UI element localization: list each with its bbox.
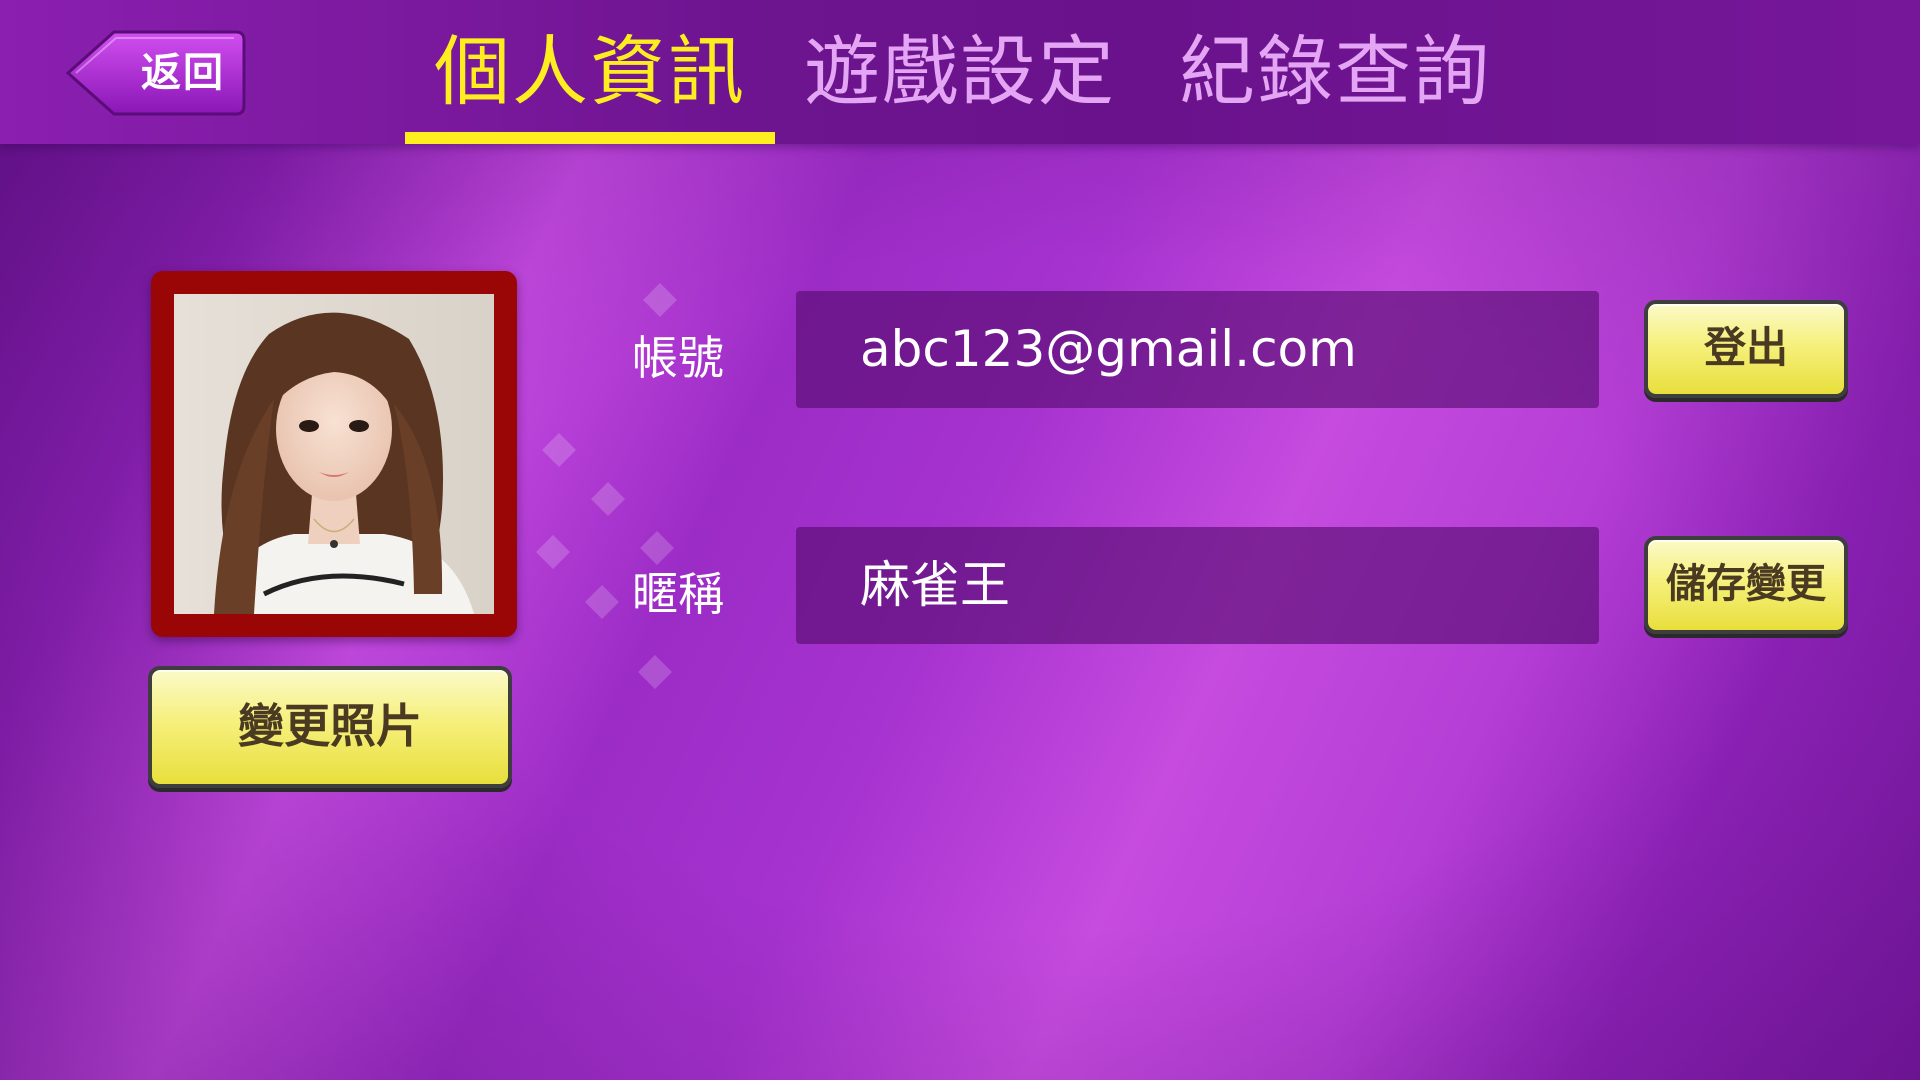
tab-personal-info-label: 個人資訊: [434, 27, 746, 116]
back-button-label: 返回: [141, 50, 225, 96]
active-tab-underline: [405, 132, 775, 144]
save-changes-button[interactable]: 儲存變更: [1644, 536, 1848, 634]
account-input[interactable]: [860, 291, 1580, 408]
tab-game-settings[interactable]: 遊戲設定: [800, 0, 1120, 144]
nickname-input[interactable]: [860, 527, 1580, 644]
decor-diamond: [638, 655, 672, 689]
decor-diamond: [591, 482, 625, 516]
top-header: 返回 個人資訊 遊戲設定 紀錄查詢: [0, 0, 1920, 144]
avatar: [174, 294, 494, 614]
account-field[interactable]: [796, 291, 1599, 408]
decor-diamond: [643, 283, 677, 317]
logout-button[interactable]: 登出: [1644, 300, 1848, 398]
tab-game-settings-label: 遊戲設定: [804, 27, 1116, 116]
nickname-label: 暱稱: [632, 567, 724, 621]
avatar-frame: [151, 271, 517, 637]
tab-personal-info[interactable]: 個人資訊: [405, 0, 775, 144]
save-changes-label: 儲存變更: [1666, 561, 1826, 607]
decor-diamond: [585, 585, 619, 619]
back-button[interactable]: 返回: [66, 28, 246, 118]
change-photo-button[interactable]: 變更照片: [148, 666, 512, 788]
avatar-photo-image: [174, 294, 494, 614]
decor-diamond: [536, 535, 570, 569]
change-photo-label: 變更照片: [238, 699, 422, 753]
tab-records[interactable]: 紀錄查詢: [1175, 0, 1495, 144]
logout-label: 登出: [1703, 323, 1788, 372]
decor-diamond: [542, 433, 576, 467]
account-label: 帳號: [632, 331, 724, 385]
tab-records-label: 紀錄查詢: [1179, 27, 1491, 116]
nickname-field[interactable]: [796, 527, 1599, 644]
profile-screen: 返回 個人資訊 遊戲設定 紀錄查詢 變更照片 帳號 abc123@gmail.c…: [0, 0, 1920, 1080]
